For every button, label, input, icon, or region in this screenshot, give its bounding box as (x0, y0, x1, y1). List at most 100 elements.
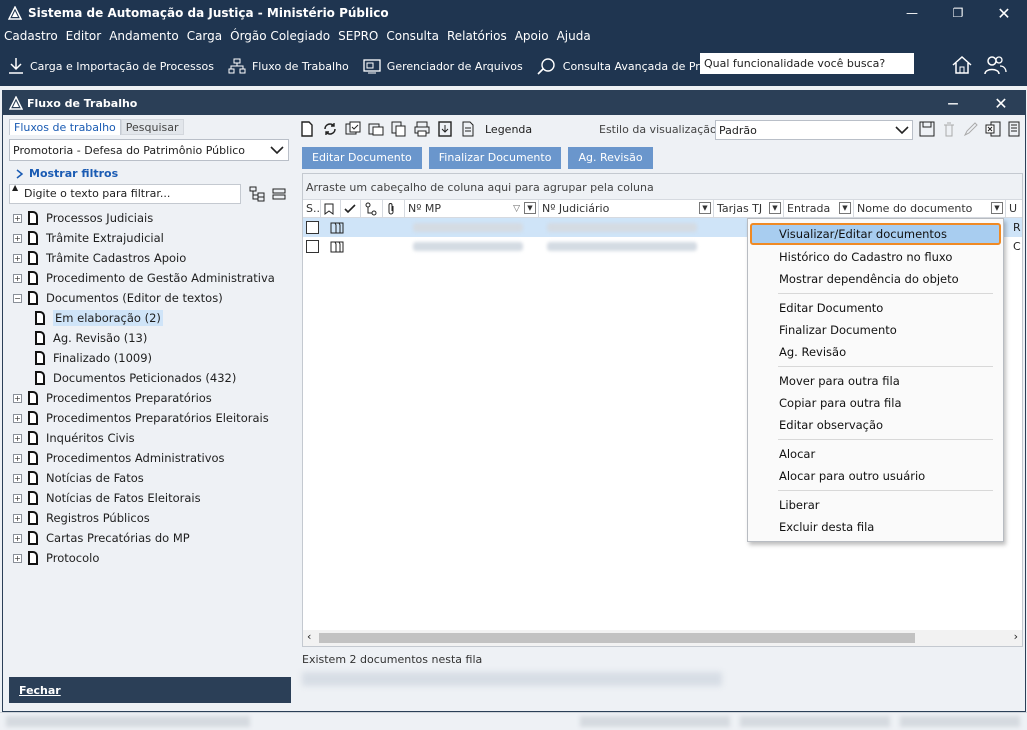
menu-cadastro[interactable]: Cadastro (4, 29, 58, 43)
tree-child-node[interactable]: Em elaboração (2) (9, 308, 293, 328)
expand-icon[interactable]: + (13, 253, 22, 263)
menu-orgao-colegiado[interactable]: Órgão Colegiado (230, 29, 330, 43)
filter-dropdown-icon[interactable]: ▼ (839, 202, 851, 214)
maximize-button[interactable]: ❐ (935, 0, 981, 26)
tree-node[interactable]: + Procedimento de Gestão Administrativa (9, 268, 293, 288)
column-header-n-judiciario[interactable]: Nº Judiciário ▼ (539, 200, 714, 217)
tree-child-node[interactable]: Finalizado (1009) (9, 348, 293, 368)
menu-item-editar-documento[interactable]: Editar Documento (748, 297, 1003, 319)
show-filters-link[interactable]: Mostrar filtros (9, 167, 293, 180)
editar-documento-button[interactable]: Editar Documento (302, 147, 422, 169)
scroll-left-icon[interactable]: ‹ (307, 630, 311, 643)
menu-item-alocar[interactable]: Alocar (748, 443, 1003, 465)
column-header-u[interactable]: U (1006, 200, 1022, 217)
tree-node[interactable]: + Procedimentos Preparatórios (9, 388, 293, 408)
menu-consulta[interactable]: Consulta (386, 29, 439, 43)
refresh-icon[interactable] (322, 121, 338, 137)
gerenciador-arquivos-button[interactable]: Gerenciador de Arquivos (363, 58, 523, 74)
expand-icon[interactable]: + (13, 513, 22, 523)
promotoria-select[interactable]: Promotoria - Defesa do Patrimônio Públic… (9, 139, 289, 161)
expand-icon[interactable]: + (13, 533, 22, 543)
row-checkbox[interactable] (306, 240, 319, 253)
column-header-check[interactable] (341, 200, 361, 217)
tree-node[interactable]: + Trâmite Cadastros Apoio (9, 248, 293, 268)
expand-icon[interactable]: + (13, 273, 22, 283)
legend-label[interactable]: Legenda (485, 123, 532, 136)
menu-ajuda[interactable]: Ajuda (557, 29, 591, 43)
fechar-button[interactable]: Fechar (9, 677, 291, 703)
menu-item-editar-observacao[interactable]: Editar observação (748, 414, 1003, 436)
tree-node[interactable]: + Registros Públicos (9, 508, 293, 528)
row-checkbox[interactable] (306, 221, 319, 234)
panel-close-button[interactable]: ✕ (977, 91, 1025, 115)
column-header-bookmark[interactable] (321, 200, 341, 217)
expand-icon[interactable]: + (13, 453, 22, 463)
menu-sepro[interactable]: SEPRO (338, 29, 378, 43)
edit-pencil-icon[interactable] (963, 121, 979, 137)
horizontal-scrollbar[interactable]: ‹ › (303, 630, 1022, 646)
menu-item-alocar-outro-usuario[interactable]: Alocar para outro usuário (748, 465, 1003, 487)
excel-export-icon[interactable] (985, 121, 1001, 137)
delete-icon[interactable] (941, 121, 957, 137)
menu-andamento[interactable]: Andamento (109, 29, 179, 43)
tree-node[interactable]: + Cartas Precatórias do MP (9, 528, 293, 548)
column-header-tarjas-tj[interactable]: Tarjas TJ ▼ (714, 200, 784, 217)
deselect-all-icon[interactable] (368, 121, 384, 137)
home-icon[interactable] (951, 54, 973, 76)
expand-icon[interactable]: + (13, 473, 22, 483)
column-header-n-mp[interactable]: Nº MP ▽ ▼ (405, 200, 539, 217)
tree-node[interactable]: − Documentos (Editor de textos) (9, 288, 293, 308)
tab-pesquisar[interactable]: Pesquisar (120, 119, 184, 135)
print-icon[interactable] (414, 121, 430, 137)
filter-dropdown-icon[interactable]: ▼ (991, 202, 1003, 214)
expand-icon[interactable]: + (13, 553, 22, 563)
collapse-icon[interactable]: − (13, 293, 22, 303)
menu-item-liberar[interactable]: Liberar (748, 494, 1003, 516)
tree-child-node[interactable]: Documentos Peticionados (432) (9, 368, 293, 388)
tree-node[interactable]: + Trâmite Extrajudicial (9, 228, 293, 248)
filter-dropdown-icon[interactable]: ▼ (699, 202, 711, 214)
export-icon[interactable] (437, 121, 453, 137)
filter-dropdown-icon[interactable]: ▼ (769, 202, 781, 214)
tree-node[interactable]: + Notícias de Fatos Eleitorais (9, 488, 293, 508)
menu-editor[interactable]: Editor (66, 29, 102, 43)
finalizar-documento-button[interactable]: Finalizar Documento (428, 147, 562, 169)
menu-item-ag-revisao[interactable]: Ag. Revisão (748, 341, 1003, 363)
panel-minimize-button[interactable]: — (929, 91, 977, 115)
menu-item-copiar-fila[interactable]: Copiar para outra fila (748, 392, 1003, 414)
menu-carga[interactable]: Carga (187, 29, 222, 43)
tree-child-node[interactable]: Ag. Revisão (13) (9, 328, 293, 348)
save-icon[interactable] (919, 121, 935, 137)
tree-node[interactable]: + Procedimentos Administrativos (9, 448, 293, 468)
new-document-icon[interactable] (299, 121, 315, 137)
select-all-icon[interactable] (345, 121, 361, 137)
minimize-button[interactable]: — (889, 0, 935, 26)
copy-document-icon[interactable] (391, 121, 407, 137)
ag-revisao-button[interactable]: Ag. Revisão (568, 147, 653, 169)
expand-icon[interactable]: + (13, 213, 22, 223)
column-header-nome-documento[interactable]: Nome do documento ▼ (854, 200, 1006, 217)
collapse-tree-icon[interactable] (271, 186, 287, 202)
functionality-search-input[interactable] (700, 53, 914, 74)
tree-node[interactable]: + Procedimentos Preparatórios Eleitorais (9, 408, 293, 428)
expand-icon[interactable]: + (13, 393, 22, 403)
filter-dropdown-icon[interactable]: ▼ (524, 202, 536, 214)
column-header-attachment[interactable] (383, 200, 405, 217)
column-header-hierarchy[interactable] (361, 200, 383, 217)
expand-tree-icon[interactable] (249, 186, 265, 202)
fluxo-trabalho-button[interactable]: Fluxo de Trabalho (228, 58, 349, 74)
tree-node[interactable]: + Processos Judiciais (9, 208, 293, 228)
legend-icon[interactable] (460, 121, 476, 137)
tree-node[interactable]: + Protocolo (9, 548, 293, 568)
menu-item-dependencia[interactable]: Mostrar dependência do objeto (748, 268, 1003, 290)
expand-icon[interactable]: + (13, 413, 22, 423)
scrollbar-thumb[interactable] (319, 633, 915, 643)
expand-icon[interactable]: + (13, 233, 22, 243)
menu-item-historico[interactable]: Histórico do Cadastro no fluxo (748, 246, 1003, 268)
column-header-status[interactable]: S... (303, 200, 321, 217)
menu-relatorios[interactable]: Relatórios (447, 29, 507, 43)
expand-icon[interactable]: + (13, 433, 22, 443)
tree-filter-input[interactable]: ▲ Digite o texto para filtrar... (9, 183, 241, 204)
tree-node[interactable]: + Notícias de Fatos (9, 468, 293, 488)
column-settings-icon[interactable] (1007, 121, 1021, 137)
